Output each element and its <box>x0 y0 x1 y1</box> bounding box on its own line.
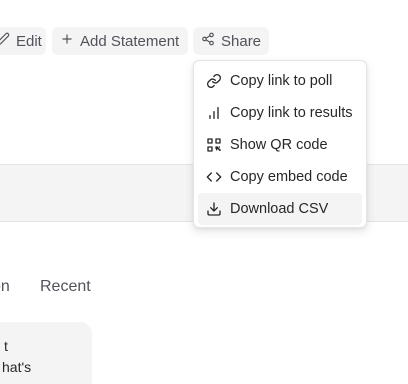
statement-card[interactable]: t hat's <box>0 322 92 384</box>
menu-item-label: Copy link to results <box>230 105 353 121</box>
qr-code-icon <box>206 137 222 153</box>
share-menu: Copy link to poll Copy link to results S… <box>193 60 367 228</box>
menu-item-copy-link-poll[interactable]: Copy link to poll <box>198 65 362 97</box>
edit-button-label: Edit <box>16 32 42 50</box>
code-icon <box>206 169 222 185</box>
link-icon <box>206 73 222 89</box>
menu-item-show-qr-code[interactable]: Show QR code <box>198 129 362 161</box>
share-icon <box>201 32 215 50</box>
card-text-line-2: hat's <box>2 359 32 375</box>
tab-recent[interactable]: Recent <box>40 278 91 296</box>
menu-item-label: Copy link to poll <box>230 73 333 89</box>
menu-item-copy-embed-code[interactable]: Copy embed code <box>198 161 362 193</box>
menu-item-label: Download CSV <box>230 201 329 217</box>
bar-chart-icon <box>206 105 222 121</box>
plus-icon <box>60 32 74 50</box>
card-text-line-1: t <box>4 338 8 354</box>
add-statement-label: Add Statement <box>80 32 180 50</box>
menu-item-label: Show QR code <box>230 137 328 153</box>
menu-item-download-csv[interactable]: Download CSV <box>198 193 362 225</box>
download-icon <box>206 201 222 217</box>
share-button[interactable]: Share <box>193 27 269 55</box>
tab-partial[interactable]: on <box>0 278 10 296</box>
pencil-icon <box>0 32 10 50</box>
add-statement-button[interactable]: Add Statement <box>52 27 188 55</box>
page: Edit Add Statement Share on Recent t hat… <box>0 0 408 384</box>
menu-item-label: Copy embed code <box>230 169 348 185</box>
menu-item-copy-link-results[interactable]: Copy link to results <box>198 97 362 129</box>
edit-button[interactable]: Edit <box>0 27 46 55</box>
share-button-label: Share <box>221 32 262 50</box>
